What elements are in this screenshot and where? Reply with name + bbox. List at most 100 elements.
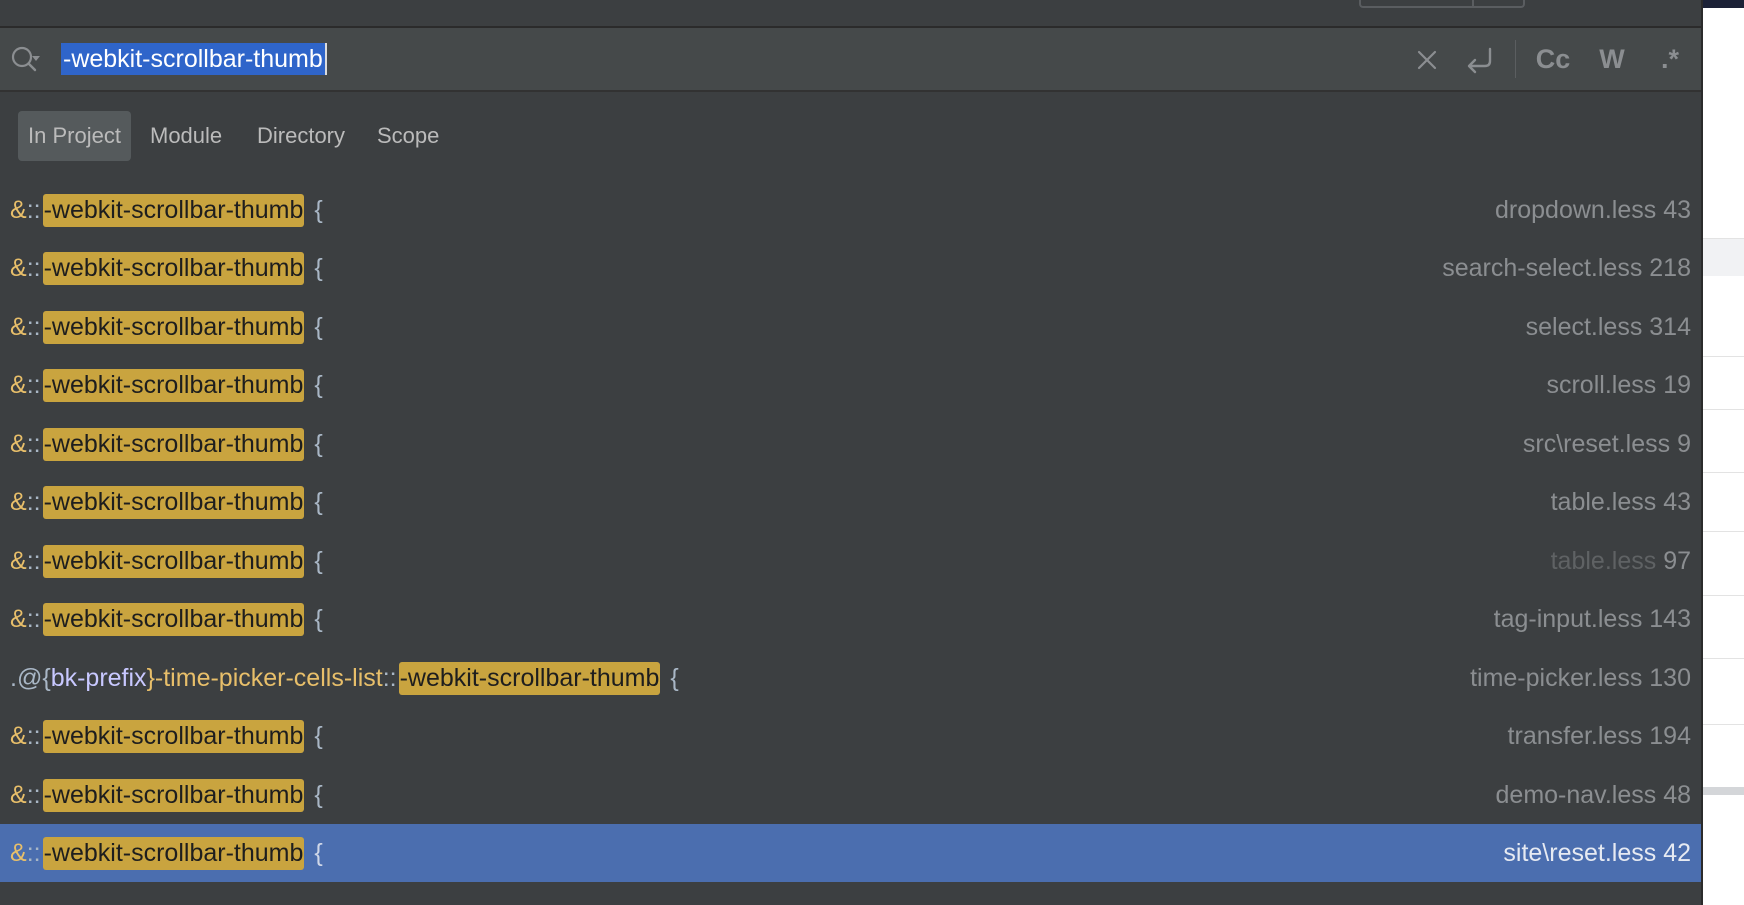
result-file-name: demo-nav.less — [1495, 781, 1657, 809]
text-caret — [325, 43, 327, 75]
tab-in-project[interactable]: In Project — [18, 111, 131, 161]
tab-module[interactable]: Module — [150, 111, 222, 161]
editor-line-divider — [1703, 356, 1744, 357]
result-match-highlight: -webkit-scrollbar-thumb — [42, 368, 305, 402]
result-line-number: 143 — [1649, 605, 1691, 633]
editor-line-divider — [1703, 409, 1744, 410]
result-location: table.less 43 — [1551, 473, 1691, 531]
result-location: site\reset.less 42 — [1503, 824, 1691, 882]
result-code: &:: -webkit-scrollbar-thumb { — [10, 415, 323, 473]
result-row[interactable]: &:: -webkit-scrollbar-thumb { table.less 43 — [0, 473, 1701, 531]
editor-line-divider — [1703, 658, 1744, 659]
result-brace: { — [314, 604, 323, 633]
result-code: &:: -webkit-scrollbar-thumb { — [10, 532, 323, 590]
result-match-highlight: -webkit-scrollbar-thumb — [42, 544, 305, 578]
result-line-number: 130 — [1649, 664, 1691, 692]
search-input[interactable]: -webkit-scrollbar-thumb — [61, 43, 325, 75]
result-code: &:: -webkit-scrollbar-thumb { — [10, 181, 323, 239]
result-code: &:: -webkit-scrollbar-thumb { — [10, 356, 323, 414]
result-file-name: dropdown.less — [1495, 196, 1657, 224]
result-row[interactable]: &:: -webkit-scrollbar-thumb {table.less 97 — [0, 532, 1701, 590]
result-line-number: 97 — [1663, 547, 1691, 575]
result-location: scroll.less 19 — [1546, 356, 1691, 414]
result-pseudo-separator: :: — [26, 546, 41, 575]
result-prefix: & — [10, 780, 27, 809]
editor-line-divider — [1703, 595, 1744, 596]
result-pseudo-separator: :: — [26, 429, 41, 458]
result-match-highlight: -webkit-scrollbar-thumb — [42, 602, 305, 636]
result-location: src\reset.less 9 — [1523, 415, 1691, 473]
result-row[interactable]: &:: -webkit-scrollbar-thumb {site\reset.le… — [0, 824, 1701, 882]
editor-line-divider — [1703, 472, 1744, 473]
new-line-icon[interactable] — [1462, 42, 1496, 76]
result-prefix-selector: }-time-picker-cells-list — [146, 663, 383, 692]
result-prefix: .@{ — [10, 663, 51, 692]
result-row[interactable]: &:: -webkit-scrollbar-thumb { dropdown.less… — [0, 181, 1701, 239]
result-brace: { — [314, 546, 323, 575]
result-location: search-select.less 218 — [1442, 239, 1691, 297]
result-match-highlight: -webkit-scrollbar-thumb — [42, 485, 305, 519]
editor-header-strip — [1703, 0, 1744, 8]
result-file-name: tag-input.less — [1493, 605, 1643, 633]
result-match-highlight: -webkit-scrollbar-thumb — [42, 427, 305, 461]
result-row[interactable]: &:: -webkit-scrollbar-thumb {scroll.less 1… — [0, 356, 1701, 414]
tab-scope[interactable]: Scope — [377, 111, 439, 161]
result-row[interactable]: &:: -webkit-scrollbar-thumb {tag-input.les… — [0, 590, 1701, 648]
clear-search-icon[interactable] — [1413, 42, 1441, 76]
result-prefix: & — [10, 721, 27, 750]
result-pseudo-separator: :: — [26, 604, 41, 633]
result-match-highlight: -webkit-scrollbar-thumb — [398, 661, 661, 695]
result-brace: { — [314, 721, 323, 750]
result-prefix: & — [10, 312, 27, 341]
editor-gray-bar — [1703, 787, 1744, 795]
result-pseudo-separator: :: — [26, 487, 41, 516]
result-pseudo-separator: :: — [382, 663, 397, 692]
result-file-name: table.less — [1550, 488, 1657, 516]
result-line-number: 194 — [1649, 722, 1691, 750]
result-match-highlight: -webkit-scrollbar-thumb — [42, 193, 305, 227]
result-prefix: & — [10, 370, 27, 399]
match-case-button[interactable]: Cc — [1533, 42, 1573, 76]
toolbar-separator — [1515, 40, 1516, 78]
result-line-number: 9 — [1677, 430, 1691, 458]
result-prefix: & — [10, 546, 27, 575]
result-match-highlight: -webkit-scrollbar-thumb — [42, 836, 305, 870]
result-row[interactable]: &:: -webkit-scrollbar-thumb {select.less 3… — [0, 298, 1701, 356]
regex-button[interactable]: .* — [1650, 42, 1690, 76]
toolbar-button-group[interactable] — [1359, 0, 1525, 8]
search-history-icon[interactable] — [10, 45, 40, 75]
result-brace: { — [314, 370, 323, 399]
result-file-name: scroll.less — [1546, 371, 1657, 399]
result-row[interactable]: &:: -webkit-scrollbar-thumb {demo-nav.less… — [0, 766, 1701, 824]
result-line-number: 48 — [1663, 781, 1691, 809]
result-match-highlight: -webkit-scrollbar-thumb — [42, 719, 305, 753]
result-row[interactable]: &:: -webkit-scrollbar-thumb { transfer.less… — [0, 707, 1701, 765]
words-button[interactable]: W — [1594, 42, 1630, 76]
result-prefix: & — [10, 253, 27, 282]
result-brace: { — [314, 838, 323, 867]
scope-tabs: In Project Module Directory Scope — [0, 92, 1701, 174]
result-file-name: transfer.less — [1507, 722, 1643, 750]
editor-background-edge — [1703, 0, 1744, 905]
result-file-name: select.less — [1525, 313, 1643, 341]
tab-directory[interactable]: Directory — [257, 111, 345, 161]
result-prefix: & — [10, 838, 27, 867]
result-code: &:: -webkit-scrollbar-thumb { — [10, 590, 323, 648]
result-prefix-variable: bk-prefix — [50, 663, 147, 692]
result-row[interactable]: .@{bk-prefix}-time-picker-cells-list:: -w… — [0, 649, 1701, 707]
result-line-number: 19 — [1663, 371, 1691, 399]
result-brace: { — [314, 253, 323, 282]
result-file-name: search-select.less — [1442, 254, 1643, 282]
editor-line-divider — [1703, 531, 1744, 532]
result-pseudo-separator: :: — [26, 195, 41, 224]
result-prefix: & — [10, 429, 27, 458]
result-row[interactable]: &:: -webkit-scrollbar-thumb {search-select… — [0, 239, 1701, 297]
result-row[interactable]: &:: -webkit-scrollbar-thumb { src\reset.les… — [0, 415, 1701, 473]
result-match-highlight: -webkit-scrollbar-thumb — [42, 778, 305, 812]
result-prefix: & — [10, 487, 27, 516]
result-pseudo-separator: :: — [26, 721, 41, 750]
result-pseudo-separator: :: — [26, 253, 41, 282]
result-prefix: & — [10, 195, 27, 224]
result-brace: { — [314, 487, 323, 516]
top-toolbar-strip — [0, 0, 1703, 28]
